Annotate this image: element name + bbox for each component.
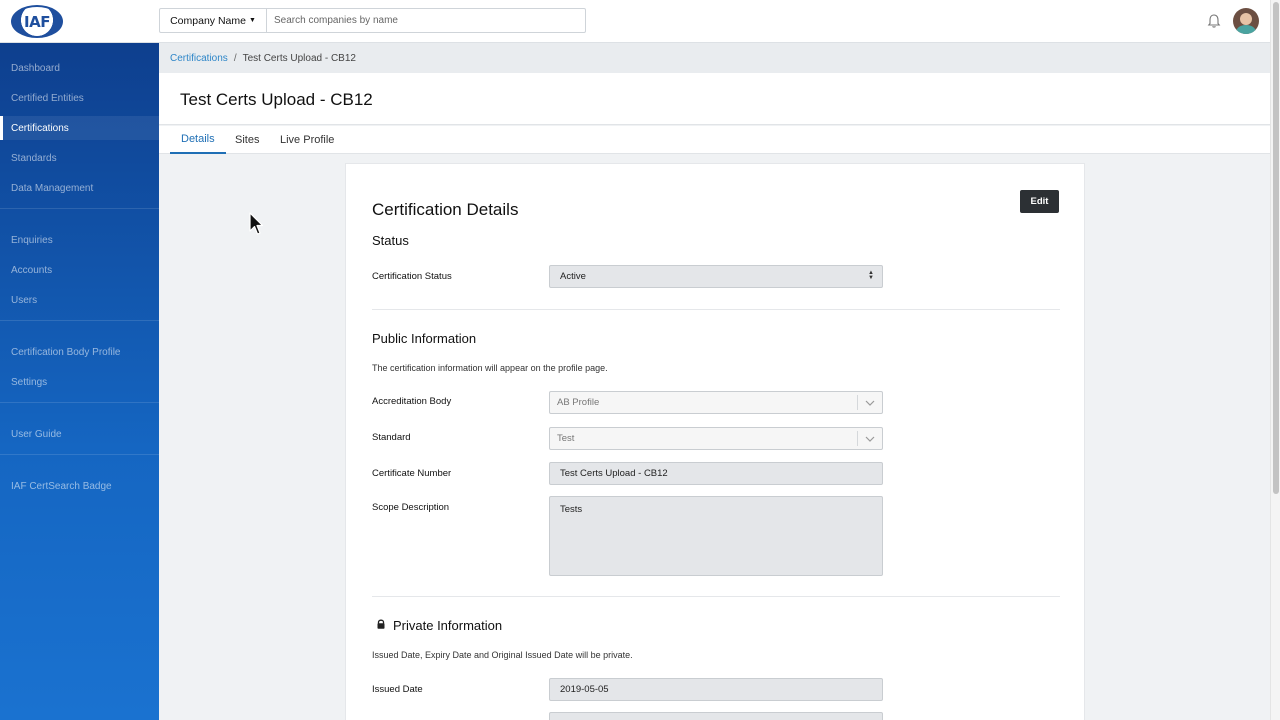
section-divider	[372, 596, 1060, 597]
certification-status-select[interactable]: Active ▲ ▼	[549, 265, 883, 288]
tab-sites[interactable]: Sites	[235, 126, 259, 153]
search-input[interactable]	[267, 9, 585, 32]
chevron-down-icon	[857, 395, 882, 410]
sidebar-item-certifications[interactable]: Certifications	[0, 116, 159, 140]
breadcrumb-link-certifications[interactable]: Certifications	[170, 53, 228, 64]
standard-select[interactable]: Test	[549, 427, 883, 450]
chevron-down-icon	[857, 431, 882, 446]
search-type-label: Company Name	[170, 14, 246, 27]
accreditation-body-label: Accreditation Body	[372, 396, 452, 407]
sidebar-divider	[0, 320, 159, 321]
iaf-logo[interactable]: IAF	[11, 5, 63, 38]
tab-details[interactable]: Details	[170, 126, 226, 154]
breadcrumb-separator: /	[233, 52, 237, 64]
sidebar-item-user-guide[interactable]: User Guide	[0, 422, 159, 446]
certificate-number-field[interactable]: Test Certs Upload - CB12	[549, 462, 883, 485]
breadcrumb-current: Test Certs Upload - CB12	[242, 52, 356, 64]
sidebar-divider	[0, 208, 159, 209]
company-search: Company Name ▼	[159, 8, 586, 33]
public-section-help: The certification information will appea…	[372, 363, 608, 373]
tab-live-profile[interactable]: Live Profile	[280, 126, 334, 153]
standard-value: Test	[557, 433, 575, 444]
edit-button[interactable]: Edit	[1020, 190, 1059, 213]
sidebar-item-enquiries[interactable]: Enquiries	[0, 228, 159, 252]
bell-icon[interactable]	[1206, 13, 1222, 29]
sidebar-item-data-management[interactable]: Data Management	[0, 176, 159, 200]
caret-down-icon: ▼	[248, 17, 256, 24]
accreditation-body-value: AB Profile	[557, 397, 600, 408]
sidebar-item-certsearch-badge[interactable]: IAF CertSearch Badge	[0, 474, 159, 498]
sidebar-divider	[0, 402, 159, 403]
issued-date-label: Issued Date	[372, 684, 423, 695]
certificate-number-label: Certificate Number	[372, 468, 452, 479]
sidebar: Dashboard Certified Entities Certificati…	[0, 43, 159, 720]
mouse-pointer-icon	[249, 212, 263, 235]
issued-date-field[interactable]: 2019-05-05	[549, 678, 883, 701]
sidebar-item-settings[interactable]: Settings	[0, 370, 159, 394]
page-title: Test Certs Upload - CB12	[180, 90, 373, 109]
standard-label: Standard	[372, 432, 411, 443]
certification-status-label: Certification Status	[372, 271, 452, 282]
page-scrollbar[interactable]	[1270, 0, 1280, 720]
page-header: Test Certs Upload - CB12	[159, 73, 1270, 125]
sidebar-item-dashboard[interactable]: Dashboard	[0, 56, 159, 80]
scope-description-label: Scope Description	[372, 502, 450, 513]
user-avatar[interactable]	[1233, 8, 1259, 34]
public-section-title: Public Information	[372, 331, 477, 346]
private-section-help: Issued Date, Expiry Date and Original Is…	[372, 650, 633, 660]
sidebar-item-certified-entities[interactable]: Certified Entities	[0, 86, 159, 110]
select-arrows-icon: ▲ ▼	[868, 270, 874, 281]
top-bar: IAF Company Name ▼	[0, 0, 1270, 43]
certification-status-value: Active	[560, 271, 586, 282]
sidebar-item-standards[interactable]: Standards	[0, 146, 159, 170]
sidebar-item-accounts[interactable]: Accounts	[0, 258, 159, 282]
search-type-dropdown[interactable]: Company Name ▼	[160, 9, 267, 32]
breadcrumb: Certifications / Test Certs Upload - CB1…	[159, 43, 1270, 73]
lock-icon	[377, 619, 385, 629]
next-date-field[interactable]	[549, 712, 883, 720]
certification-details-card: Certification Details Edit Status Certif…	[345, 163, 1085, 720]
sidebar-divider	[0, 454, 159, 455]
tab-bar: Details Sites Live Profile	[159, 126, 1270, 154]
section-divider	[372, 309, 1060, 310]
card-title: Certification Details	[372, 200, 519, 219]
status-section-title: Status	[372, 233, 409, 248]
scrollbar-thumb[interactable]	[1273, 2, 1279, 494]
sidebar-item-users[interactable]: Users	[0, 288, 159, 312]
issued-date-value: 2019-05-05	[560, 684, 609, 695]
scope-description-textarea[interactable]: Tests	[549, 496, 883, 576]
logo-text: IAF	[24, 12, 50, 31]
sidebar-item-cb-profile[interactable]: Certification Body Profile	[0, 340, 159, 364]
accreditation-body-select[interactable]: AB Profile	[549, 391, 883, 414]
certificate-number-value: Test Certs Upload - CB12	[560, 468, 668, 479]
private-section-title: Private Information	[393, 618, 503, 633]
